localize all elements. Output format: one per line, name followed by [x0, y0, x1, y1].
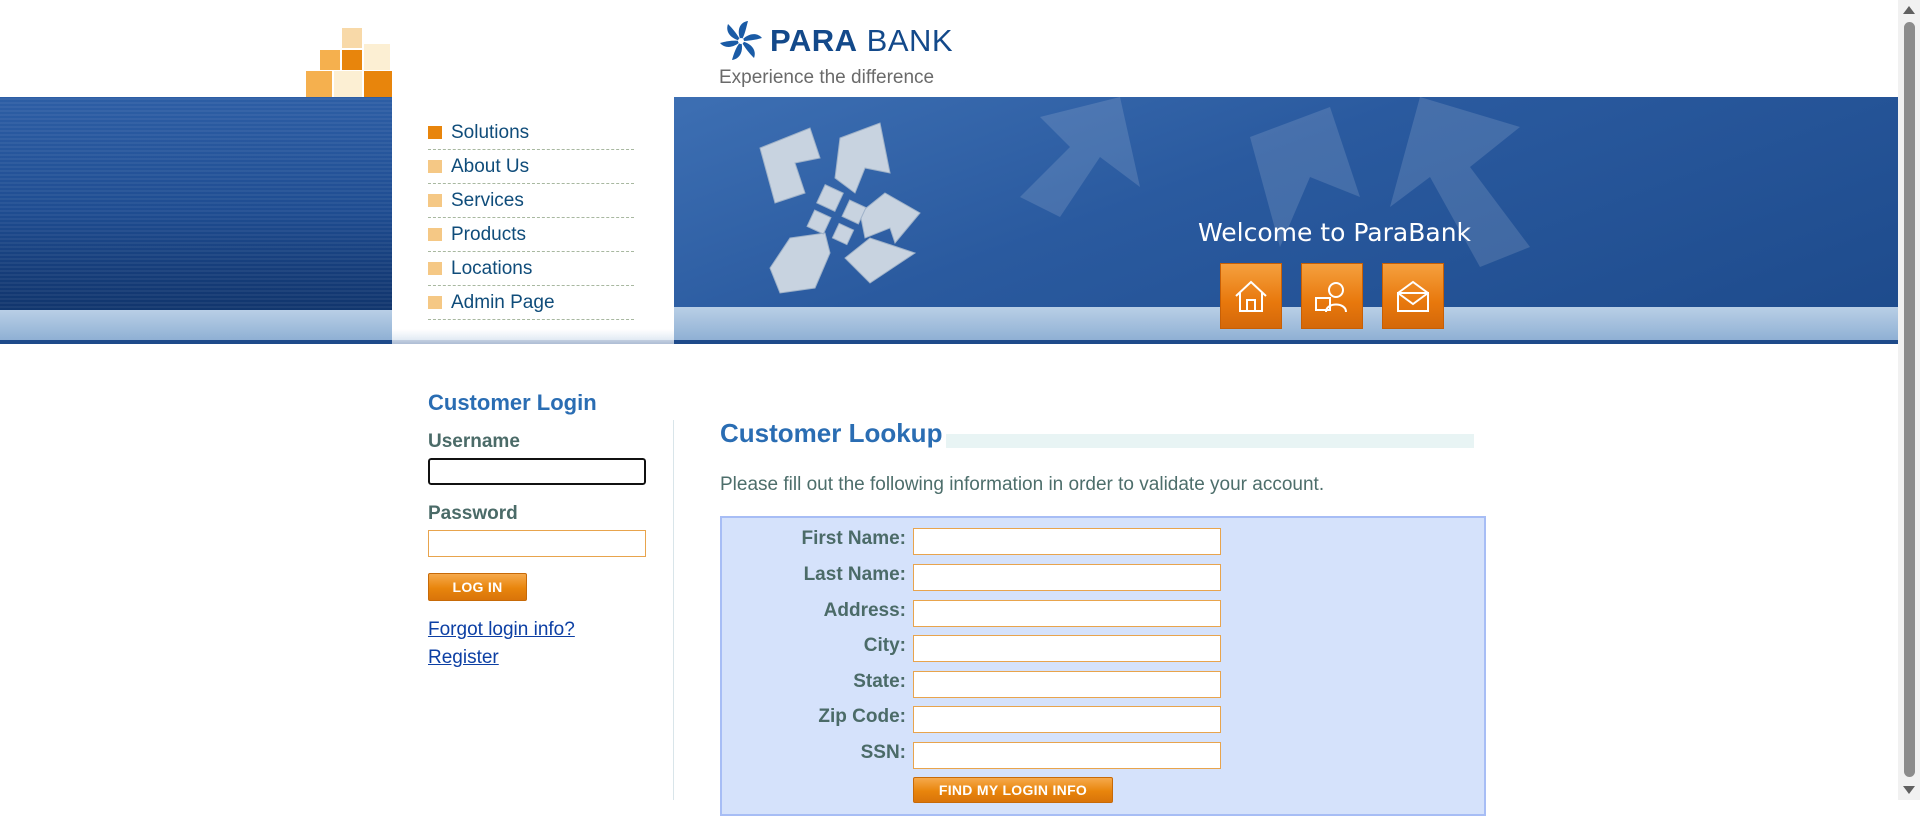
customer-lookup-title: Customer Lookup: [720, 418, 943, 448]
contact-button[interactable]: [1382, 263, 1444, 329]
forgot-login-link[interactable]: Forgot login info?: [428, 619, 575, 641]
first-name-label: First Name:: [801, 528, 906, 549]
scroll-up-arrow-icon[interactable]: [1903, 6, 1915, 14]
login-button[interactable]: LOG IN: [428, 573, 527, 601]
address-input[interactable]: [913, 600, 1221, 627]
welcome-text: Welcome to ParaBank: [1198, 218, 1472, 247]
menu-item-locations[interactable]: Locations: [428, 252, 634, 286]
menu-bullet-icon: [428, 296, 442, 309]
ssn-label: SSN:: [860, 742, 906, 763]
mail-icon: [1397, 280, 1429, 312]
password-label: Password: [428, 503, 518, 524]
menu-item-products[interactable]: Products: [428, 218, 634, 252]
contact-icon: [1315, 282, 1347, 313]
scroll-down-arrow-icon[interactable]: [1903, 786, 1915, 794]
menu-bullet-icon: [428, 262, 442, 275]
menu-bullet-icon: [428, 160, 442, 173]
hero-puzzle-icon: [759, 122, 921, 294]
menu-item-admin-page[interactable]: Admin Page: [428, 286, 634, 320]
zip-code-label: Zip Code:: [818, 706, 906, 727]
last-name-label: Last Name:: [803, 564, 906, 585]
parabank-logo[interactable]: PARA BANK: [718, 16, 953, 66]
customer-login-title: Customer Login: [428, 390, 597, 415]
title-underline: [946, 434, 1474, 448]
home-icon: [1235, 280, 1267, 312]
zip-code-input[interactable]: [913, 706, 1221, 733]
logo-squares-icon: [304, 28, 394, 98]
address-label: Address:: [823, 600, 906, 621]
menu-item-services[interactable]: Services: [428, 184, 634, 218]
city-label: City:: [863, 635, 906, 656]
menu-item-about-us[interactable]: About Us: [428, 150, 634, 184]
home-button[interactable]: [1220, 263, 1282, 329]
header-band-edge: [0, 340, 1898, 344]
logo-text: PARA BANK: [770, 23, 954, 58]
register-link[interactable]: Register: [428, 647, 499, 669]
menu-bullet-icon: [428, 194, 442, 207]
main-menu: Solutions About Us Services Products Loc…: [428, 116, 634, 320]
password-input[interactable]: [428, 530, 646, 557]
tagline: Experience the difference: [719, 67, 935, 88]
state-input[interactable]: [913, 671, 1221, 698]
username-label: Username: [428, 431, 520, 452]
last-name-input[interactable]: [913, 564, 1221, 591]
find-login-info-button[interactable]: FIND MY LOGIN INFO: [913, 777, 1113, 803]
ssn-input[interactable]: [913, 742, 1221, 769]
menu-bullet-icon: [428, 228, 442, 241]
lookup-description: Please fill out the following informatio…: [720, 474, 1325, 495]
first-name-input[interactable]: [913, 528, 1221, 555]
city-input[interactable]: [913, 635, 1221, 662]
menu-item-solutions[interactable]: Solutions: [428, 116, 634, 150]
parabank-flower-logo-icon: [720, 21, 762, 60]
menu-bullet-icon: [428, 126, 442, 139]
lookup-form: [720, 516, 1486, 816]
scrollbar-thumb[interactable]: [1904, 22, 1915, 777]
username-input[interactable]: [427, 457, 647, 486]
about-button[interactable]: [1301, 263, 1363, 329]
column-divider: [673, 420, 674, 800]
state-label: State:: [853, 671, 906, 692]
